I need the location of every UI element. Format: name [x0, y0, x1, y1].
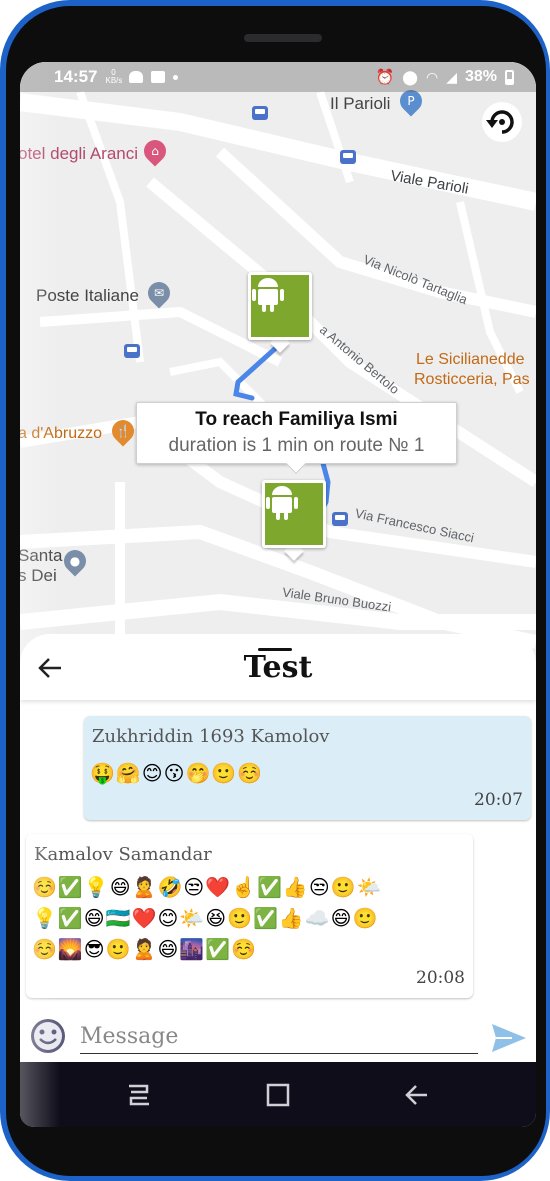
message-sender: Kamalov Samandar — [34, 844, 212, 865]
message-input-bar — [20, 1014, 536, 1062]
android-icon — [251, 275, 309, 337]
map-label-abruzzo: a d'Abruzzo — [20, 425, 102, 442]
image-notification-icon — [151, 71, 166, 83]
system-navigation-bar — [20, 1062, 536, 1127]
bus-stop-icon — [252, 106, 268, 120]
map-marker-destination[interactable] — [248, 272, 312, 353]
rotate-icon — [482, 102, 522, 142]
bus-stop-icon — [124, 344, 140, 358]
battery-percent: 38% — [464, 68, 497, 85]
send-button[interactable] — [490, 1022, 528, 1054]
chat-title: Test — [243, 650, 313, 685]
message-time: 20:07 — [474, 790, 523, 810]
battery-icon — [505, 69, 514, 85]
map-label-il-parioli: Il Parioli — [330, 94, 391, 113]
map-label-siciliane-2: Rosticceria, Pas — [414, 371, 530, 388]
chat-message[interactable]: Kamalov Samandar ☺️✅💡😄🙎🤣😒❤️☝️✅👍😒🙂🌤️ 💡✅😄🇺… — [26, 834, 473, 998]
message-emojis-line-2: 💡✅😄🇺🇿❤️😊🌤️😆🙂✅👍☁️😄🙂 — [32, 906, 379, 930]
route-info-title: To reach Familiya Ismi — [195, 409, 398, 430]
more-notifications-icon — [173, 74, 179, 80]
alarm-icon: ⏰ — [375, 69, 395, 86]
map-label-santa-1: Santa — [20, 546, 63, 565]
earpiece-speaker — [244, 34, 322, 42]
chat-header: Test — [20, 634, 536, 700]
message-emojis-line-3: ☺️🌄😎🙂🙎😄🌆✅☺️ — [32, 937, 258, 961]
map-label-poste: Poste Italiane — [36, 286, 140, 305]
network-speed-unit: KB/s — [105, 76, 123, 85]
refresh-button[interactable] — [480, 100, 526, 146]
map-view[interactable]: Il Parioli P otel degli Aranci ⌂ Viale P… — [20, 62, 536, 662]
message-emojis: 🤑🤗😊😗🤭🙂☺️ — [90, 761, 264, 785]
recent-apps-icon — [129, 1084, 150, 1105]
signal-icon: ◢ — [446, 68, 457, 85]
home-button[interactable] — [254, 1075, 302, 1115]
home-icon — [266, 1083, 290, 1106]
smiley-icon — [31, 1019, 65, 1053]
restaurant-icon: 🍴 — [107, 415, 139, 447]
status-time: 14:57 — [54, 67, 98, 86]
back-nav-button[interactable] — [393, 1075, 441, 1115]
chat-sheet: Test Zukhriddin 1693 Kamolov 🤑🤗😊😗🤭🙂☺️ 20… — [20, 634, 536, 1064]
message-input[interactable] — [80, 1020, 478, 1054]
map-label-siciliane-1: Le Sicilianedde — [416, 351, 525, 368]
bus-stop-icon — [340, 150, 356, 164]
emoji-button[interactable] — [28, 1016, 68, 1056]
message-emojis-line-1: ☺️✅💡😄🙎🤣😒❤️☝️✅👍😒🙂🌤️ — [32, 875, 383, 899]
status-bar: 14:57 0 KB/s ⏰ ⬤ ◠ ◢ 38% — [20, 62, 536, 92]
message-sender: Zukhriddin 1693 Kamolov — [92, 726, 330, 747]
screen: Il Parioli P otel degli Aranci ⌂ Viale P… — [20, 62, 536, 1127]
recent-apps-button[interactable] — [115, 1075, 163, 1115]
location-icon: ⬤ — [402, 68, 418, 85]
map-label-hotel: otel degli Aranci — [20, 144, 139, 163]
android-notification-icon — [129, 71, 144, 83]
android-icon — [265, 483, 323, 545]
place-icon: ● — [59, 545, 91, 577]
chat-message[interactable]: Zukhriddin 1693 Kamolov 🤑🤗😊😗🤭🙂☺️ 20:07 — [84, 716, 531, 820]
send-icon — [492, 1024, 526, 1052]
wifi-icon: ◠ — [425, 68, 439, 85]
mail-icon: ✉ — [143, 277, 175, 309]
map-label-santa-2: s Dei — [20, 566, 57, 585]
message-time: 20:08 — [416, 968, 465, 988]
route-info-window[interactable]: To reach Familiya Ismi duration is 1 min… — [136, 402, 457, 474]
bus-stop-icon — [332, 512, 348, 526]
network-speed: 0 KB/s — [105, 69, 123, 85]
map-marker-origin[interactable] — [262, 480, 326, 561]
hotel-icon: ⌂ — [139, 135, 171, 167]
back-arrow-icon — [404, 1084, 427, 1105]
